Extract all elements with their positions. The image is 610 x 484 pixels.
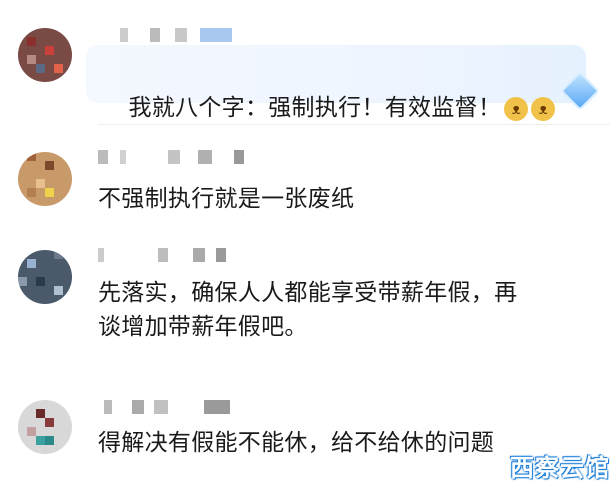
comment-text: 不强制执行就是一张废纸	[98, 186, 355, 212]
dog-emoji-icon: ᴥ	[504, 96, 529, 121]
watermark: 西察云馆	[510, 454, 610, 482]
username-blurred[interactable]	[104, 400, 234, 414]
comment-item: 先落实，确保人人都能享受带薪年假，再 谈增加带薪年假吧。	[0, 232, 610, 382]
avatar[interactable]	[18, 28, 72, 82]
username-blurred[interactable]	[98, 248, 238, 262]
username-blurred[interactable]	[120, 28, 250, 42]
avatar[interactable]	[18, 250, 72, 304]
username-blurred[interactable]	[98, 150, 248, 164]
avatar[interactable]	[18, 152, 72, 206]
comment-item: 我就八个字：强制执行！有效监督！ ᴥ ᴥ	[0, 0, 610, 125]
comment-text: 先落实，确保人人都能享受带薪年假，再 谈增加带薪年假吧。	[98, 280, 518, 340]
avatar[interactable]	[18, 400, 72, 454]
comment-item: 不强制执行就是一张废纸	[0, 125, 610, 230]
comment-text: 得解决有假能不能休，给不给休的问题	[98, 430, 495, 456]
dog-emoji-icon: ᴥ	[531, 96, 556, 121]
